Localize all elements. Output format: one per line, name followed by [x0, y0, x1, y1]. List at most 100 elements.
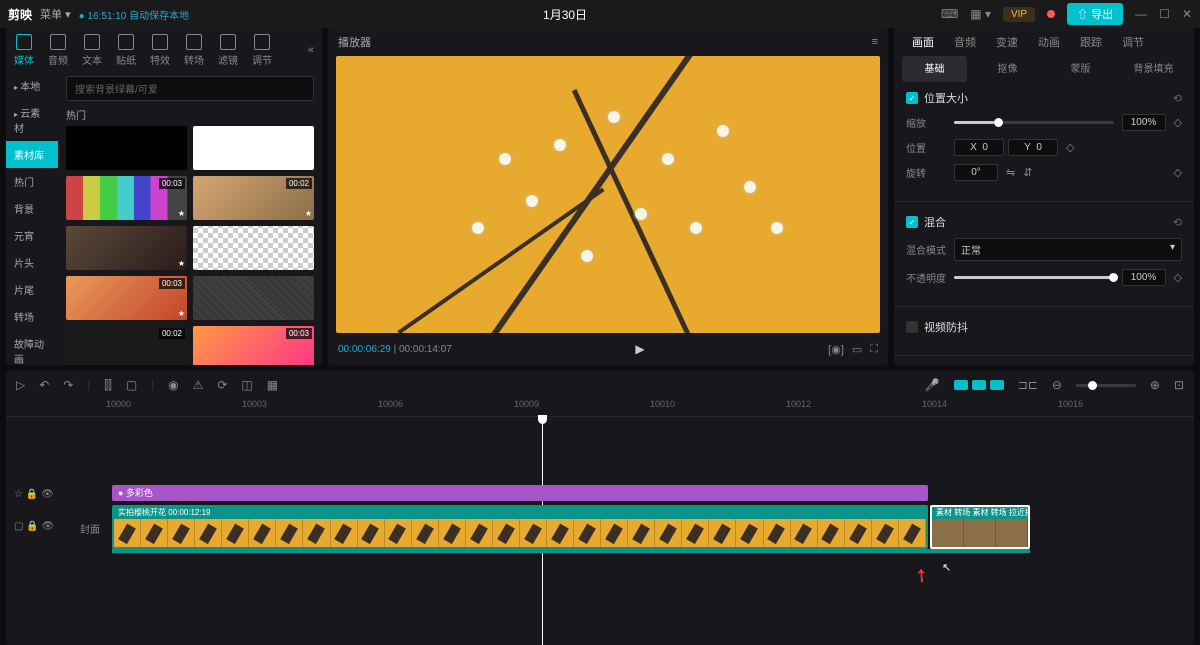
redo-icon[interactable]: ↷ — [63, 378, 73, 392]
maximize-icon[interactable]: ☐ — [1159, 7, 1170, 21]
zoom-slider[interactable] — [1076, 384, 1136, 387]
frame-icon[interactable]: ▦ — [267, 378, 278, 392]
right-tab-音频[interactable]: 音频 — [944, 30, 986, 54]
top-tab-媒体[interactable]: 媒体 — [14, 34, 34, 67]
track-controls[interactable]: ▢ 🔒 👁 — [14, 521, 54, 532]
sidebar-item-热门[interactable]: 热门 — [6, 168, 58, 195]
rotate-value[interactable]: 0° — [954, 164, 998, 181]
top-tab-贴纸[interactable]: 贴纸 — [116, 34, 136, 67]
track-controls[interactable]: ☆ 🔒 👁 — [14, 489, 54, 500]
pos-size-checkbox[interactable]: ✓ — [906, 92, 918, 104]
media-thumb[interactable]: 00:03 — [193, 326, 314, 365]
preview-menu-icon[interactable]: ≡ — [872, 36, 878, 48]
blend-mode-select[interactable]: 正常 ▾ — [954, 238, 1182, 261]
media-thumb[interactable] — [66, 126, 187, 170]
minimize-icon[interactable]: — — [1135, 7, 1147, 21]
record-icon[interactable]: ◉ — [168, 378, 178, 392]
right-tab-跟踪[interactable]: 跟踪 — [1070, 30, 1112, 54]
top-tab-调节[interactable]: 调节 — [252, 34, 272, 67]
sidebar-item-云素材[interactable]: 云素材 — [6, 99, 58, 141]
keyframe-icon[interactable]: ◇ — [1174, 166, 1182, 179]
sub-tab-抠像[interactable]: 抠像 — [975, 56, 1040, 82]
media-thumb[interactable]: 00:03★ — [66, 176, 187, 220]
zoom-out-icon[interactable]: ⊖ — [1052, 378, 1062, 392]
pos-y-input[interactable]: Y 0 — [1008, 139, 1058, 156]
sidebar-item-故障动画[interactable]: 故障动画 — [6, 330, 58, 365]
sidebar-item-片尾[interactable]: 片尾 — [6, 276, 58, 303]
track-link-icons[interactable] — [954, 380, 1004, 390]
right-tab-画面[interactable]: 画面 — [902, 30, 944, 54]
export-button[interactable]: ⇧ 导出 — [1067, 3, 1123, 25]
play-button[interactable]: ▶ — [460, 342, 820, 356]
close-icon[interactable]: ✕ — [1182, 7, 1192, 21]
shortcut-icon[interactable]: ⌨ — [941, 7, 958, 21]
safe-area-icon[interactable]: [◉] — [828, 343, 844, 356]
top-tab-滤镜[interactable]: 滤镜 — [218, 34, 238, 67]
video-clip-2[interactable]: 素材 转场 素材 转场 拉近拉大树 00 — [930, 505, 1030, 549]
select-tool[interactable]: ▷ — [16, 378, 25, 392]
keyframe-icon[interactable]: ◇ — [1174, 116, 1182, 129]
sidebar-item-本地[interactable]: 本地 — [6, 72, 58, 99]
reset-icon[interactable]: ⟲ — [1173, 216, 1182, 229]
cover-label[interactable]: 封面 — [80, 521, 100, 536]
menu-button[interactable]: 菜单 ▾ — [40, 6, 71, 22]
ratio-icon[interactable]: ▭ — [852, 343, 862, 356]
media-thumb[interactable] — [193, 276, 314, 320]
split-tool[interactable]: ⫿⫿ — [104, 378, 112, 393]
magnet-icon[interactable]: ⊐⊏ — [1018, 378, 1038, 392]
undo-icon[interactable]: ↶ — [39, 378, 49, 392]
media-thumb[interactable]: 00:02 — [66, 326, 187, 365]
media-thumb[interactable]: 00:02★ — [193, 176, 314, 220]
media-thumb[interactable]: ★ — [66, 226, 187, 270]
reset-icon[interactable]: ⟲ — [1173, 92, 1182, 105]
flip-h-icon[interactable]: ⇋ — [1006, 166, 1015, 179]
scale-slider[interactable] — [954, 121, 1114, 124]
right-tab-动画[interactable]: 动画 — [1028, 30, 1070, 54]
annotation-arrow: ➚ — [909, 563, 935, 588]
warning-icon[interactable]: ⚠ — [193, 378, 204, 392]
zoom-in-icon[interactable]: ⊕ — [1150, 378, 1160, 392]
top-tab-音频[interactable]: 音频 — [48, 34, 68, 67]
flip-v-icon[interactable]: ⇵ — [1023, 166, 1032, 179]
refresh-icon[interactable]: ⟳ — [217, 378, 227, 392]
sub-tab-蒙版[interactable]: 蒙版 — [1048, 56, 1113, 82]
keyframe-icon[interactable]: ◇ — [1174, 271, 1182, 284]
sidebar-item-元宵[interactable]: 元宵 — [6, 222, 58, 249]
keyframe-icon[interactable]: ◇ — [1066, 141, 1074, 154]
media-thumb[interactable]: 00:03★ — [66, 276, 187, 320]
sub-tab-背景填充[interactable]: 背景填充 — [1121, 56, 1186, 82]
right-tab-调节[interactable]: 调节 — [1112, 30, 1154, 54]
fullscreen-icon[interactable]: ⛶ — [870, 343, 878, 356]
vip-badge[interactable]: VIP — [1003, 7, 1035, 22]
collapse-icon[interactable]: « — [308, 44, 314, 56]
delete-tool[interactable]: ▢ — [126, 378, 137, 392]
mic-icon[interactable]: 🎤 — [925, 378, 940, 392]
fit-icon[interactable]: ⊡ — [1174, 378, 1184, 392]
preview-canvas[interactable] — [336, 56, 880, 333]
top-tab-特效[interactable]: 特效 — [150, 34, 170, 67]
layout-icon[interactable]: ▦ ▾ — [970, 7, 991, 21]
sidebar-item-转场[interactable]: 转场 — [6, 303, 58, 330]
top-tab-转场[interactable]: 转场 — [184, 34, 204, 67]
top-tab-文本[interactable]: 文本 — [82, 34, 102, 67]
search-input[interactable]: 搜索背景绿幕/可爱 — [66, 76, 314, 101]
opacity-slider[interactable] — [954, 276, 1114, 279]
crop-icon[interactable]: ◫ — [241, 378, 252, 392]
sidebar-item-片头[interactable]: 片头 — [6, 249, 58, 276]
right-tab-变速[interactable]: 变速 — [986, 30, 1028, 54]
blend-checkbox[interactable]: ✓ — [906, 216, 918, 228]
filter-clip[interactable]: ● 多彩色 — [112, 485, 928, 501]
opacity-value[interactable]: 100% — [1122, 269, 1166, 286]
video-clip-1[interactable]: 实拍樱桃开花 00:00:12:19 — [112, 505, 928, 549]
scale-value[interactable]: 100% — [1122, 114, 1166, 131]
sub-tab-基础[interactable]: 基础 — [902, 56, 967, 82]
blend-mode-label: 混合模式 — [906, 242, 946, 257]
ruler-tick: 10009 — [514, 399, 650, 416]
sidebar-item-背景[interactable]: 背景 — [6, 195, 58, 222]
media-thumb[interactable] — [193, 226, 314, 270]
sidebar-item-素材库[interactable]: 素材库 — [6, 141, 58, 168]
media-thumb[interactable] — [193, 126, 314, 170]
pos-x-input[interactable]: X 0 — [954, 139, 1004, 156]
stabilize-checkbox[interactable] — [906, 321, 918, 333]
ruler-tick: 10006 — [378, 399, 514, 416]
